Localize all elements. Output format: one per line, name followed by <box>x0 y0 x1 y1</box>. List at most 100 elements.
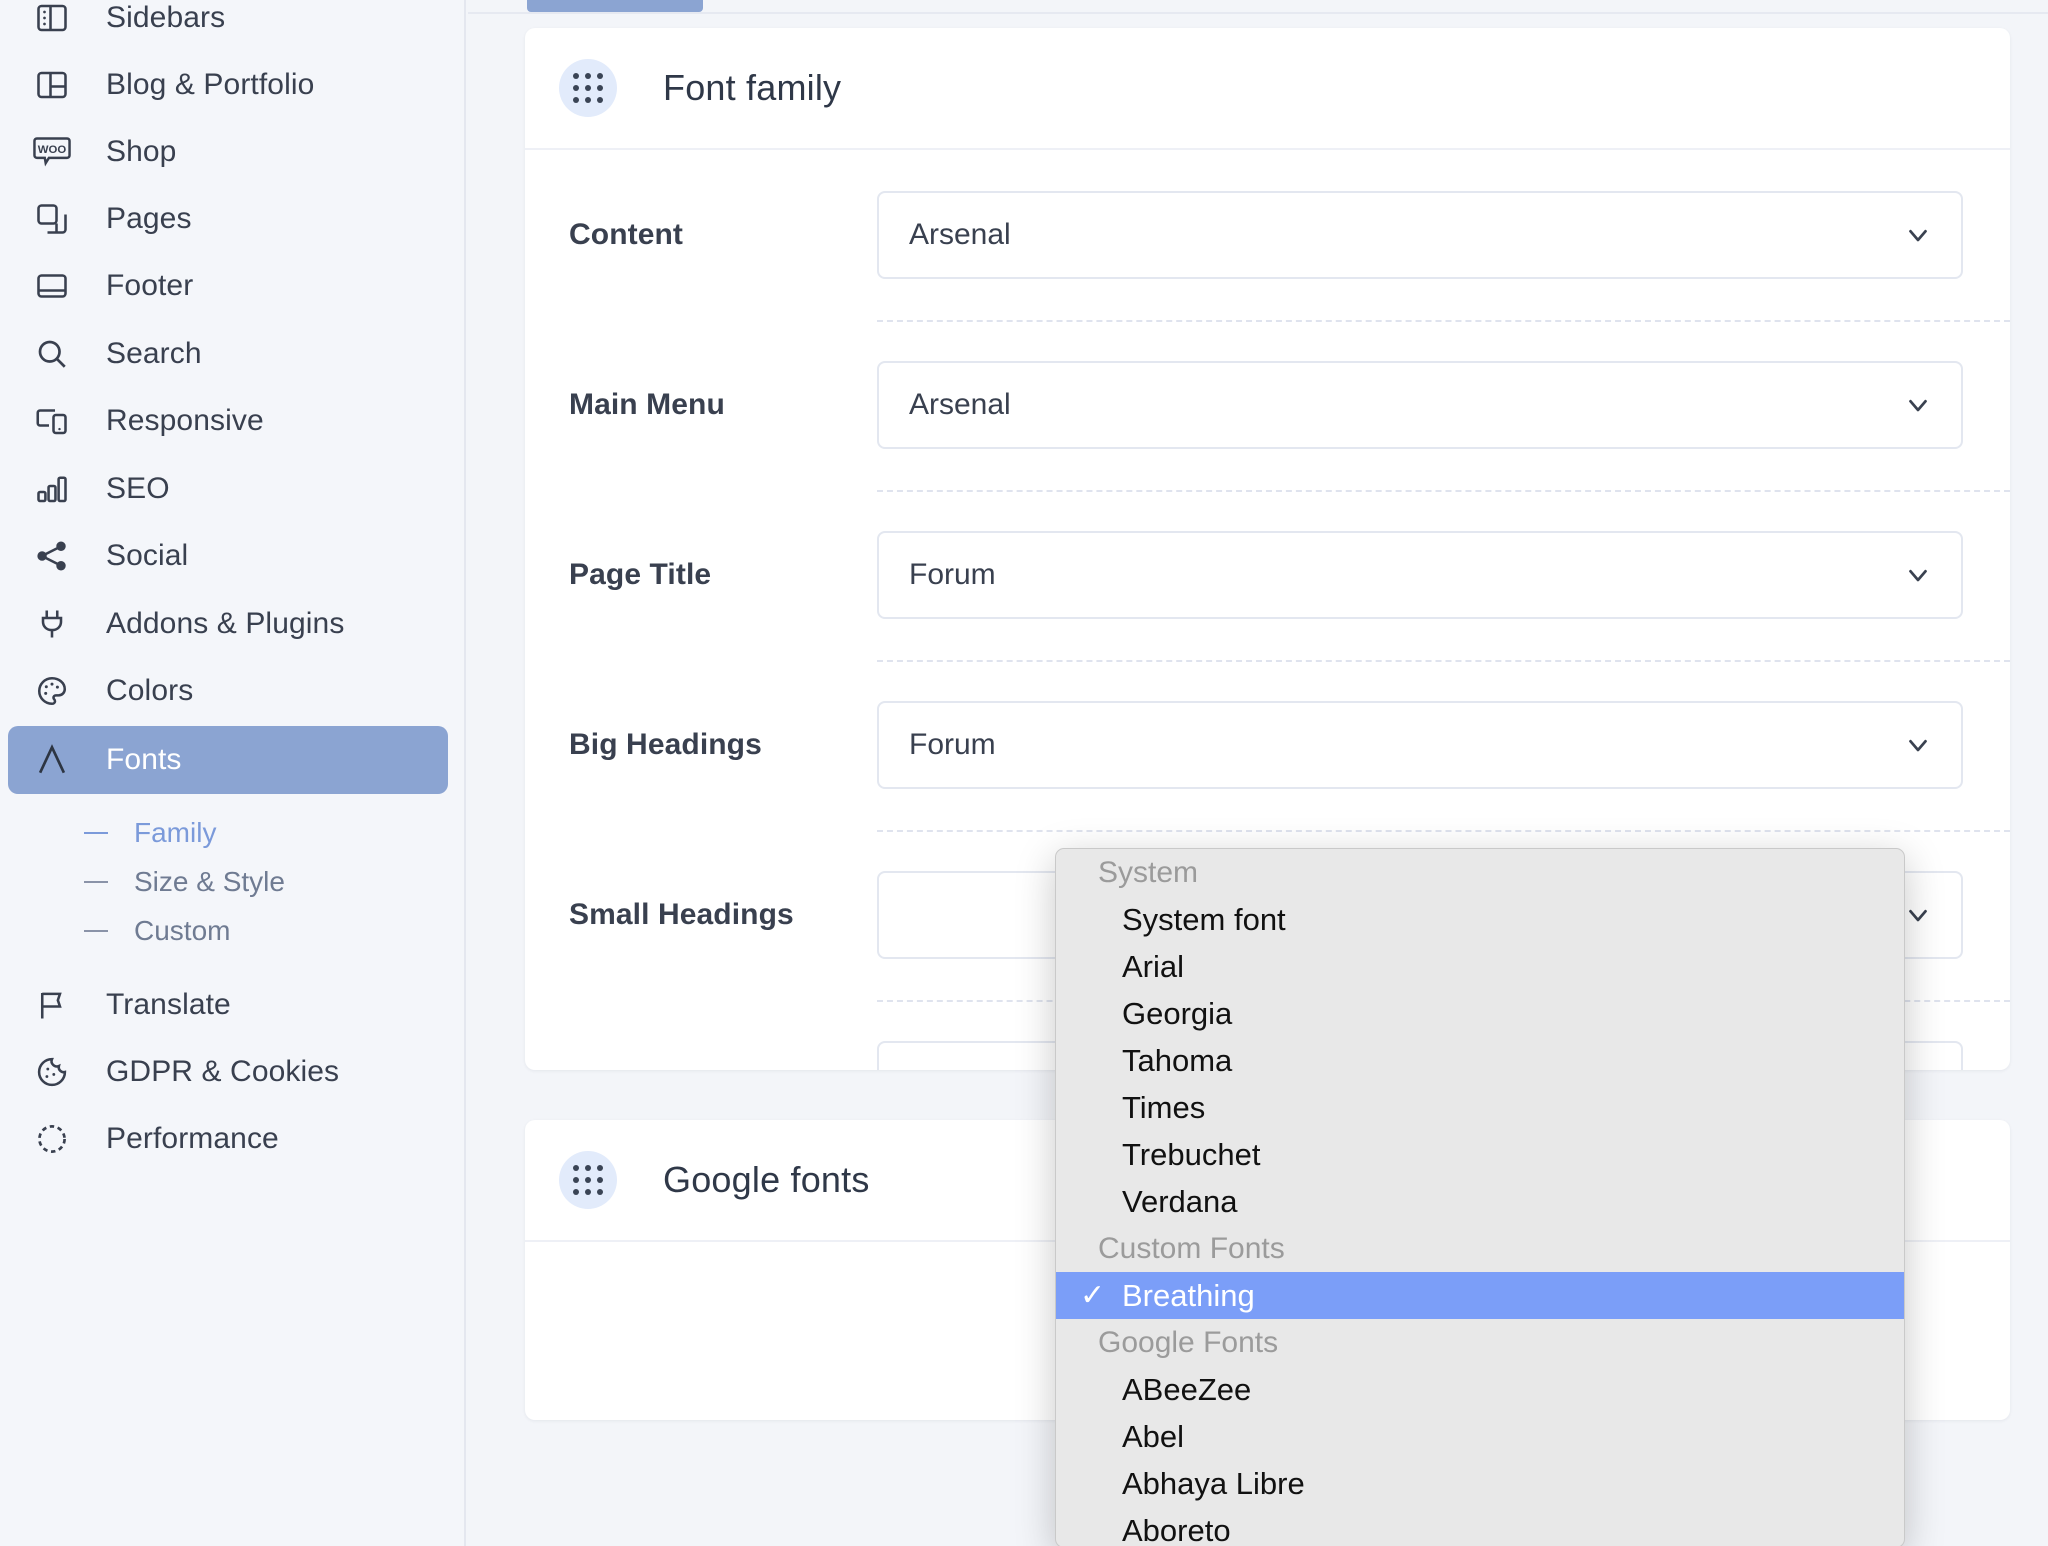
drag-handle-icon[interactable] <box>559 59 617 117</box>
sidebar-item-label: Responsive <box>106 404 264 437</box>
flag-icon <box>30 983 74 1027</box>
sidebar-item-shop[interactable]: WOO Shop <box>8 118 448 186</box>
woocommerce-icon: WOO <box>30 130 74 174</box>
dropdown-option-breathing[interactable]: ✓ Breathing <box>1056 1272 1904 1319</box>
dropdown-option-abeezee[interactable]: ABeeZee <box>1056 1366 1904 1413</box>
sidebar-item-footer[interactable]: Footer <box>8 252 448 320</box>
sidebar-subitem-size-style[interactable]: Size & Style <box>8 857 448 907</box>
share-icon <box>30 534 74 578</box>
sidebar-item-addons-plugins[interactable]: Addons & Plugins <box>8 590 448 658</box>
dropdown-option-abhaya-libre[interactable]: Abhaya Libre <box>1056 1460 1904 1507</box>
font-family-card-header: Font family <box>525 28 2010 150</box>
sidebar-item-label: Pages <box>106 202 192 235</box>
font-a-icon <box>30 738 74 782</box>
palette-icon <box>30 669 74 713</box>
field-label: Page Title <box>569 558 712 591</box>
sidebars-icon <box>30 0 74 40</box>
sidebar-item-seo[interactable]: SEO <box>8 455 448 523</box>
sidebar-subitem-family[interactable]: Family <box>8 808 448 858</box>
dropdown-option-system-font[interactable]: System font <box>1056 896 1904 943</box>
sidebar-item-fonts[interactable]: Fonts <box>8 726 448 794</box>
sidebar-item-label: Colors <box>106 674 194 707</box>
sidebar-item-label: Search <box>106 337 202 370</box>
content-font-value: Arsenal <box>909 218 1011 251</box>
font-select-dropdown[interactable]: System System font Arial Georgia Tahoma … <box>1055 848 1905 1546</box>
drag-handle-icon[interactable] <box>559 1151 617 1209</box>
big-headings-font-select[interactable]: Forum <box>877 701 1963 789</box>
field-label: Content <box>569 218 684 251</box>
sidebar-subitem-custom[interactable]: Custom <box>8 906 448 956</box>
main-menu-font-select[interactable]: Arsenal <box>877 361 1963 449</box>
svg-text:WOO: WOO <box>38 144 67 156</box>
sidebar-item-label: Addons & Plugins <box>106 607 345 640</box>
checkmark-icon: ✓ <box>1080 1278 1106 1312</box>
dropdown-group-label-system: System <box>1098 855 1199 889</box>
sidebar-item-label: Blog & Portfolio <box>106 68 315 101</box>
page-title-font-value: Forum <box>909 558 996 591</box>
sidebar-item-label: Sidebars <box>106 1 226 34</box>
chevron-down-icon <box>1903 390 1933 420</box>
blog-portfolio-icon <box>30 63 74 107</box>
sidebar-item-blog-portfolio[interactable]: Blog & Portfolio <box>8 51 448 119</box>
footer-icon <box>30 264 74 308</box>
sidebar-item-label: Footer <box>106 269 194 302</box>
main-menu-font-value: Arsenal <box>909 388 1011 421</box>
chevron-down-icon <box>1903 560 1933 590</box>
sidebar-item-sidebars[interactable]: Sidebars <box>8 0 448 52</box>
field-row-main-menu: Main Menu Arsenal <box>525 320 2010 490</box>
field-row-content: Content Arsenal <box>525 150 2010 320</box>
sidebar-item-label: Shop <box>106 135 177 168</box>
responsive-icon <box>30 399 74 443</box>
google-fonts-card-title: Google fonts <box>663 1159 870 1200</box>
sidebar-item-translate[interactable]: Translate <box>8 971 448 1039</box>
dropdown-option-abel[interactable]: Abel <box>1056 1413 1904 1460</box>
dropdown-option-tahoma[interactable]: Tahoma <box>1056 1037 1904 1084</box>
chevron-down-icon <box>1903 730 1933 760</box>
sidebar: Sidebars Blog & Portfolio WOO Shop Pages… <box>0 0 466 1546</box>
plug-icon <box>30 602 74 646</box>
field-label: Main Menu <box>569 388 725 421</box>
sidebar-subitem-label: Size & Style <box>134 866 285 897</box>
sidebar-item-label: Fonts <box>106 743 182 776</box>
dropdown-group-label-custom-fonts: Custom Fonts <box>1098 1231 1285 1265</box>
sidebar-item-pages[interactable]: Pages <box>8 185 448 253</box>
sidebar-subitem-label: Custom <box>134 915 231 946</box>
gauge-icon <box>30 1117 74 1161</box>
sidebar-item-performance[interactable]: Performance <box>8 1105 448 1173</box>
chevron-down-icon <box>1903 220 1933 250</box>
sidebar-item-search[interactable]: Search <box>8 320 448 388</box>
sidebar-item-social[interactable]: Social <box>8 522 448 590</box>
sidebar-item-gdpr-cookies[interactable]: GDPR & Cookies <box>8 1038 448 1106</box>
dropdown-option-times[interactable]: Times <box>1056 1084 1904 1131</box>
tab-bar <box>468 0 2048 14</box>
tab-bar-divider <box>468 12 2048 14</box>
active-tab-indicator[interactable] <box>527 0 703 12</box>
field-label: Blockquote <box>569 1068 733 1070</box>
cookie-icon <box>30 1050 74 1094</box>
pages-icon <box>30 197 74 241</box>
dash-icon <box>84 930 108 932</box>
dropdown-option-verdana[interactable]: Verdana <box>1056 1178 1904 1225</box>
dash-icon <box>84 881 108 883</box>
dropdown-group-label-google-fonts: Google Fonts <box>1098 1325 1279 1359</box>
sidebar-item-responsive[interactable]: Responsive <box>8 387 448 455</box>
page-title-font-select[interactable]: Forum <box>877 531 1963 619</box>
sidebar-item-label: Translate <box>106 988 231 1021</box>
content-font-select[interactable]: Arsenal <box>877 191 1963 279</box>
dropdown-option-georgia[interactable]: Georgia <box>1056 990 1904 1037</box>
dropdown-option-aboreto[interactable]: Aboreto <box>1056 1507 1904 1546</box>
big-headings-font-value: Forum <box>909 728 996 761</box>
field-label: Small Headings <box>569 898 794 931</box>
sidebar-item-label: Performance <box>106 1122 279 1155</box>
sidebar-item-label: GDPR & Cookies <box>106 1055 340 1088</box>
dash-icon <box>84 832 108 834</box>
sidebar-item-colors[interactable]: Colors <box>8 657 448 725</box>
chevron-down-icon <box>1903 900 1933 930</box>
sidebar-subitem-label: Family <box>134 817 217 848</box>
dropdown-option-trebuchet[interactable]: Trebuchet <box>1056 1131 1904 1178</box>
sidebar-item-label: Social <box>106 539 189 572</box>
seo-icon <box>30 467 74 511</box>
field-row-page-title: Page Title Forum <box>525 490 2010 660</box>
field-row-big-headings: Big Headings Forum <box>525 660 2010 830</box>
dropdown-option-arial[interactable]: Arial <box>1056 943 1904 990</box>
